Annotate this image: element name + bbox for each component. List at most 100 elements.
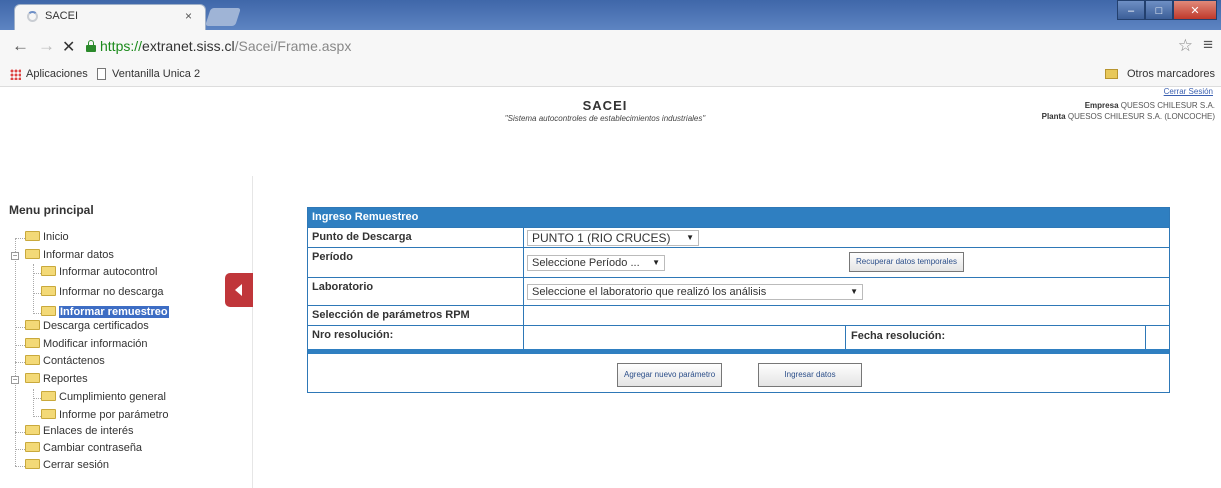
menu-divider bbox=[252, 176, 253, 488]
menu-title: Menu principal bbox=[9, 203, 94, 217]
tab-title: SACEI bbox=[45, 10, 79, 22]
maximize-button[interactable]: □ bbox=[1145, 0, 1173, 20]
stop-loading-icon[interactable]: ✕ bbox=[62, 37, 75, 57]
menu-item-descarga-certificados[interactable]: Descarga certificados bbox=[25, 320, 149, 334]
folder-icon bbox=[25, 373, 40, 384]
row-resolucion: Nro resolución: Fecha resolución: bbox=[308, 325, 1169, 350]
bookmark-apps[interactable]: Aplicaciones bbox=[26, 68, 88, 80]
folder-icon bbox=[1105, 69, 1118, 79]
collapse-menu-button[interactable] bbox=[225, 273, 253, 307]
tree-line bbox=[15, 327, 25, 328]
page-icon bbox=[97, 68, 106, 80]
browser-menu-icon[interactable]: ≡ bbox=[1203, 35, 1213, 55]
planta-info: Planta QUESOS CHILESUR S.A. (LONCOCHE) bbox=[1042, 112, 1215, 121]
column-divider bbox=[1145, 326, 1146, 350]
menu-item-contactenos[interactable]: Contáctenos bbox=[25, 355, 105, 369]
close-window-button[interactable]: ✕ bbox=[1173, 0, 1217, 20]
new-tab-button[interactable] bbox=[205, 8, 241, 26]
cerrar-sesion-link[interactable]: Cerrar Sesión bbox=[1164, 87, 1213, 96]
menu-item-informe-por-parametro[interactable]: Informe por parámetro bbox=[41, 409, 168, 423]
bookmark-otros-marcadores[interactable]: Otros marcadores bbox=[1127, 68, 1215, 80]
folder-icon bbox=[41, 286, 56, 297]
folder-icon bbox=[41, 409, 56, 420]
folder-icon bbox=[25, 320, 40, 331]
ingreso-remuestreo-form: Ingreso Remuestreo Punto de Descarga PUN… bbox=[307, 207, 1170, 393]
loading-spinner-icon bbox=[27, 11, 38, 22]
url-field[interactable]: https://extranet.siss.cl/Sacei/Frame.asp… bbox=[100, 38, 351, 54]
recuperar-datos-button[interactable]: Recuperar datos temporales bbox=[849, 252, 964, 272]
forward-arrow-icon[interactable]: → bbox=[38, 36, 55, 56]
row-punto-descarga: Punto de Descarga PUNTO 1 (RIO CRUCES) ▼ bbox=[308, 227, 1169, 247]
collapse-icon[interactable]: − bbox=[11, 376, 19, 384]
laboratorio-select[interactable]: Seleccione el laboratorio que realizó lo… bbox=[527, 284, 863, 300]
menu-item-label: Informar datos bbox=[43, 249, 114, 262]
folder-icon bbox=[41, 266, 56, 277]
agregar-parametro-button[interactable]: Agregar nuevo parámetro bbox=[617, 363, 723, 387]
browser-tab[interactable]: SACEI × bbox=[14, 4, 206, 30]
tree-line bbox=[15, 449, 25, 450]
periodo-select[interactable]: Seleccione Período ... ▼ bbox=[527, 255, 665, 271]
fecha-resolucion-label: Fecha resolución: bbox=[851, 330, 946, 342]
address-bar: ← → ✕ https://extranet.siss.cl/Sacei/Fra… bbox=[0, 30, 1221, 64]
app-title: SACEI bbox=[582, 98, 628, 113]
menu-item-label: Inicio bbox=[43, 231, 69, 244]
menu-item-label: Reportes bbox=[43, 373, 88, 386]
menu-item-cambiar-contrasena[interactable]: Cambiar contraseña bbox=[25, 442, 142, 456]
tree-line bbox=[33, 313, 41, 314]
dropdown-arrow-icon: ▼ bbox=[652, 258, 660, 267]
menu-item-cumplimiento-general[interactable]: Cumplimiento general bbox=[41, 391, 166, 405]
punto-descarga-select[interactable]: PUNTO 1 (RIO CRUCES) ▼ bbox=[527, 230, 699, 246]
nro-resolucion-label: Nro resolución: bbox=[308, 326, 524, 349]
collapse-icon[interactable]: − bbox=[11, 252, 19, 260]
folder-icon bbox=[41, 391, 56, 402]
tree-line bbox=[15, 345, 25, 346]
empresa-value: QUESOS CHILESUR S.A. bbox=[1120, 101, 1215, 110]
menu-item-cerrar-sesion[interactable]: Cerrar sesión bbox=[25, 459, 109, 473]
periodo-label: Período bbox=[308, 248, 524, 277]
menu-item-label: Cambiar contraseña bbox=[43, 442, 143, 455]
back-arrow-icon[interactable]: ← bbox=[12, 36, 29, 56]
ingresar-datos-button[interactable]: Ingresar datos bbox=[758, 363, 862, 387]
menu-item-modificar-informacion[interactable]: Modificar información bbox=[25, 338, 148, 352]
menu-item-inicio[interactable]: Inicio bbox=[25, 231, 69, 245]
menu-item-informar-autocontrol[interactable]: Informar autocontrol bbox=[41, 266, 157, 280]
folder-icon bbox=[25, 231, 40, 242]
folder-icon bbox=[25, 249, 40, 260]
bookmarks-bar: Aplicaciones Ventanilla Unica 2 Otros ma… bbox=[0, 64, 1221, 87]
menu-item-informar-remuestreo[interactable]: Informar remuestreo bbox=[41, 306, 169, 320]
menu-item-label: Descarga certificados bbox=[43, 320, 149, 333]
menu-item-label: Informar remuestreo bbox=[59, 306, 169, 319]
menu-item-label: Cerrar sesión bbox=[43, 459, 110, 472]
bookmark-star-icon[interactable]: ☆ bbox=[1178, 36, 1193, 56]
menu-item-informar-datos[interactable]: Informar datos bbox=[25, 249, 114, 263]
tree-line bbox=[33, 398, 41, 399]
menu-item-enlaces-de-interes[interactable]: Enlaces de interés bbox=[25, 425, 134, 439]
menu-item-label: Enlaces de interés bbox=[43, 425, 134, 438]
minimize-button[interactable]: – bbox=[1117, 0, 1145, 20]
tree-line bbox=[33, 264, 34, 314]
tab-close-button[interactable]: × bbox=[185, 9, 192, 23]
tree-line bbox=[33, 416, 41, 417]
url-path: /Sacei/Frame.aspx bbox=[234, 38, 352, 54]
app-subtitle: "Sistema autocontroles de establecimient… bbox=[504, 114, 706, 123]
url-host: extranet.siss.cl bbox=[142, 38, 235, 54]
folder-icon bbox=[25, 425, 40, 436]
menu-item-reportes[interactable]: Reportes bbox=[25, 373, 88, 387]
lock-icon bbox=[86, 40, 96, 52]
planta-value: QUESOS CHILESUR S.A. (LONCOCHE) bbox=[1067, 112, 1215, 121]
tree-line bbox=[15, 466, 25, 467]
apps-grid-icon[interactable] bbox=[10, 69, 21, 80]
periodo-value: Seleccione Período ... bbox=[532, 257, 640, 269]
tree-line bbox=[15, 432, 25, 433]
laboratorio-value: Seleccione el laboratorio que realizó lo… bbox=[532, 286, 767, 298]
tree-line bbox=[15, 238, 25, 239]
tree-line bbox=[33, 273, 41, 274]
menu-item-informar-no-descarga[interactable]: Informar no descarga bbox=[41, 286, 164, 300]
form-title: Ingreso Remuestreo bbox=[308, 208, 1169, 227]
arrow-left-icon bbox=[235, 284, 242, 296]
dropdown-arrow-icon: ▼ bbox=[686, 233, 694, 242]
tree-line bbox=[33, 293, 41, 294]
column-divider bbox=[845, 326, 846, 350]
tree-line bbox=[15, 362, 25, 363]
bookmark-ventanilla[interactable]: Ventanilla Unica 2 bbox=[112, 68, 200, 80]
